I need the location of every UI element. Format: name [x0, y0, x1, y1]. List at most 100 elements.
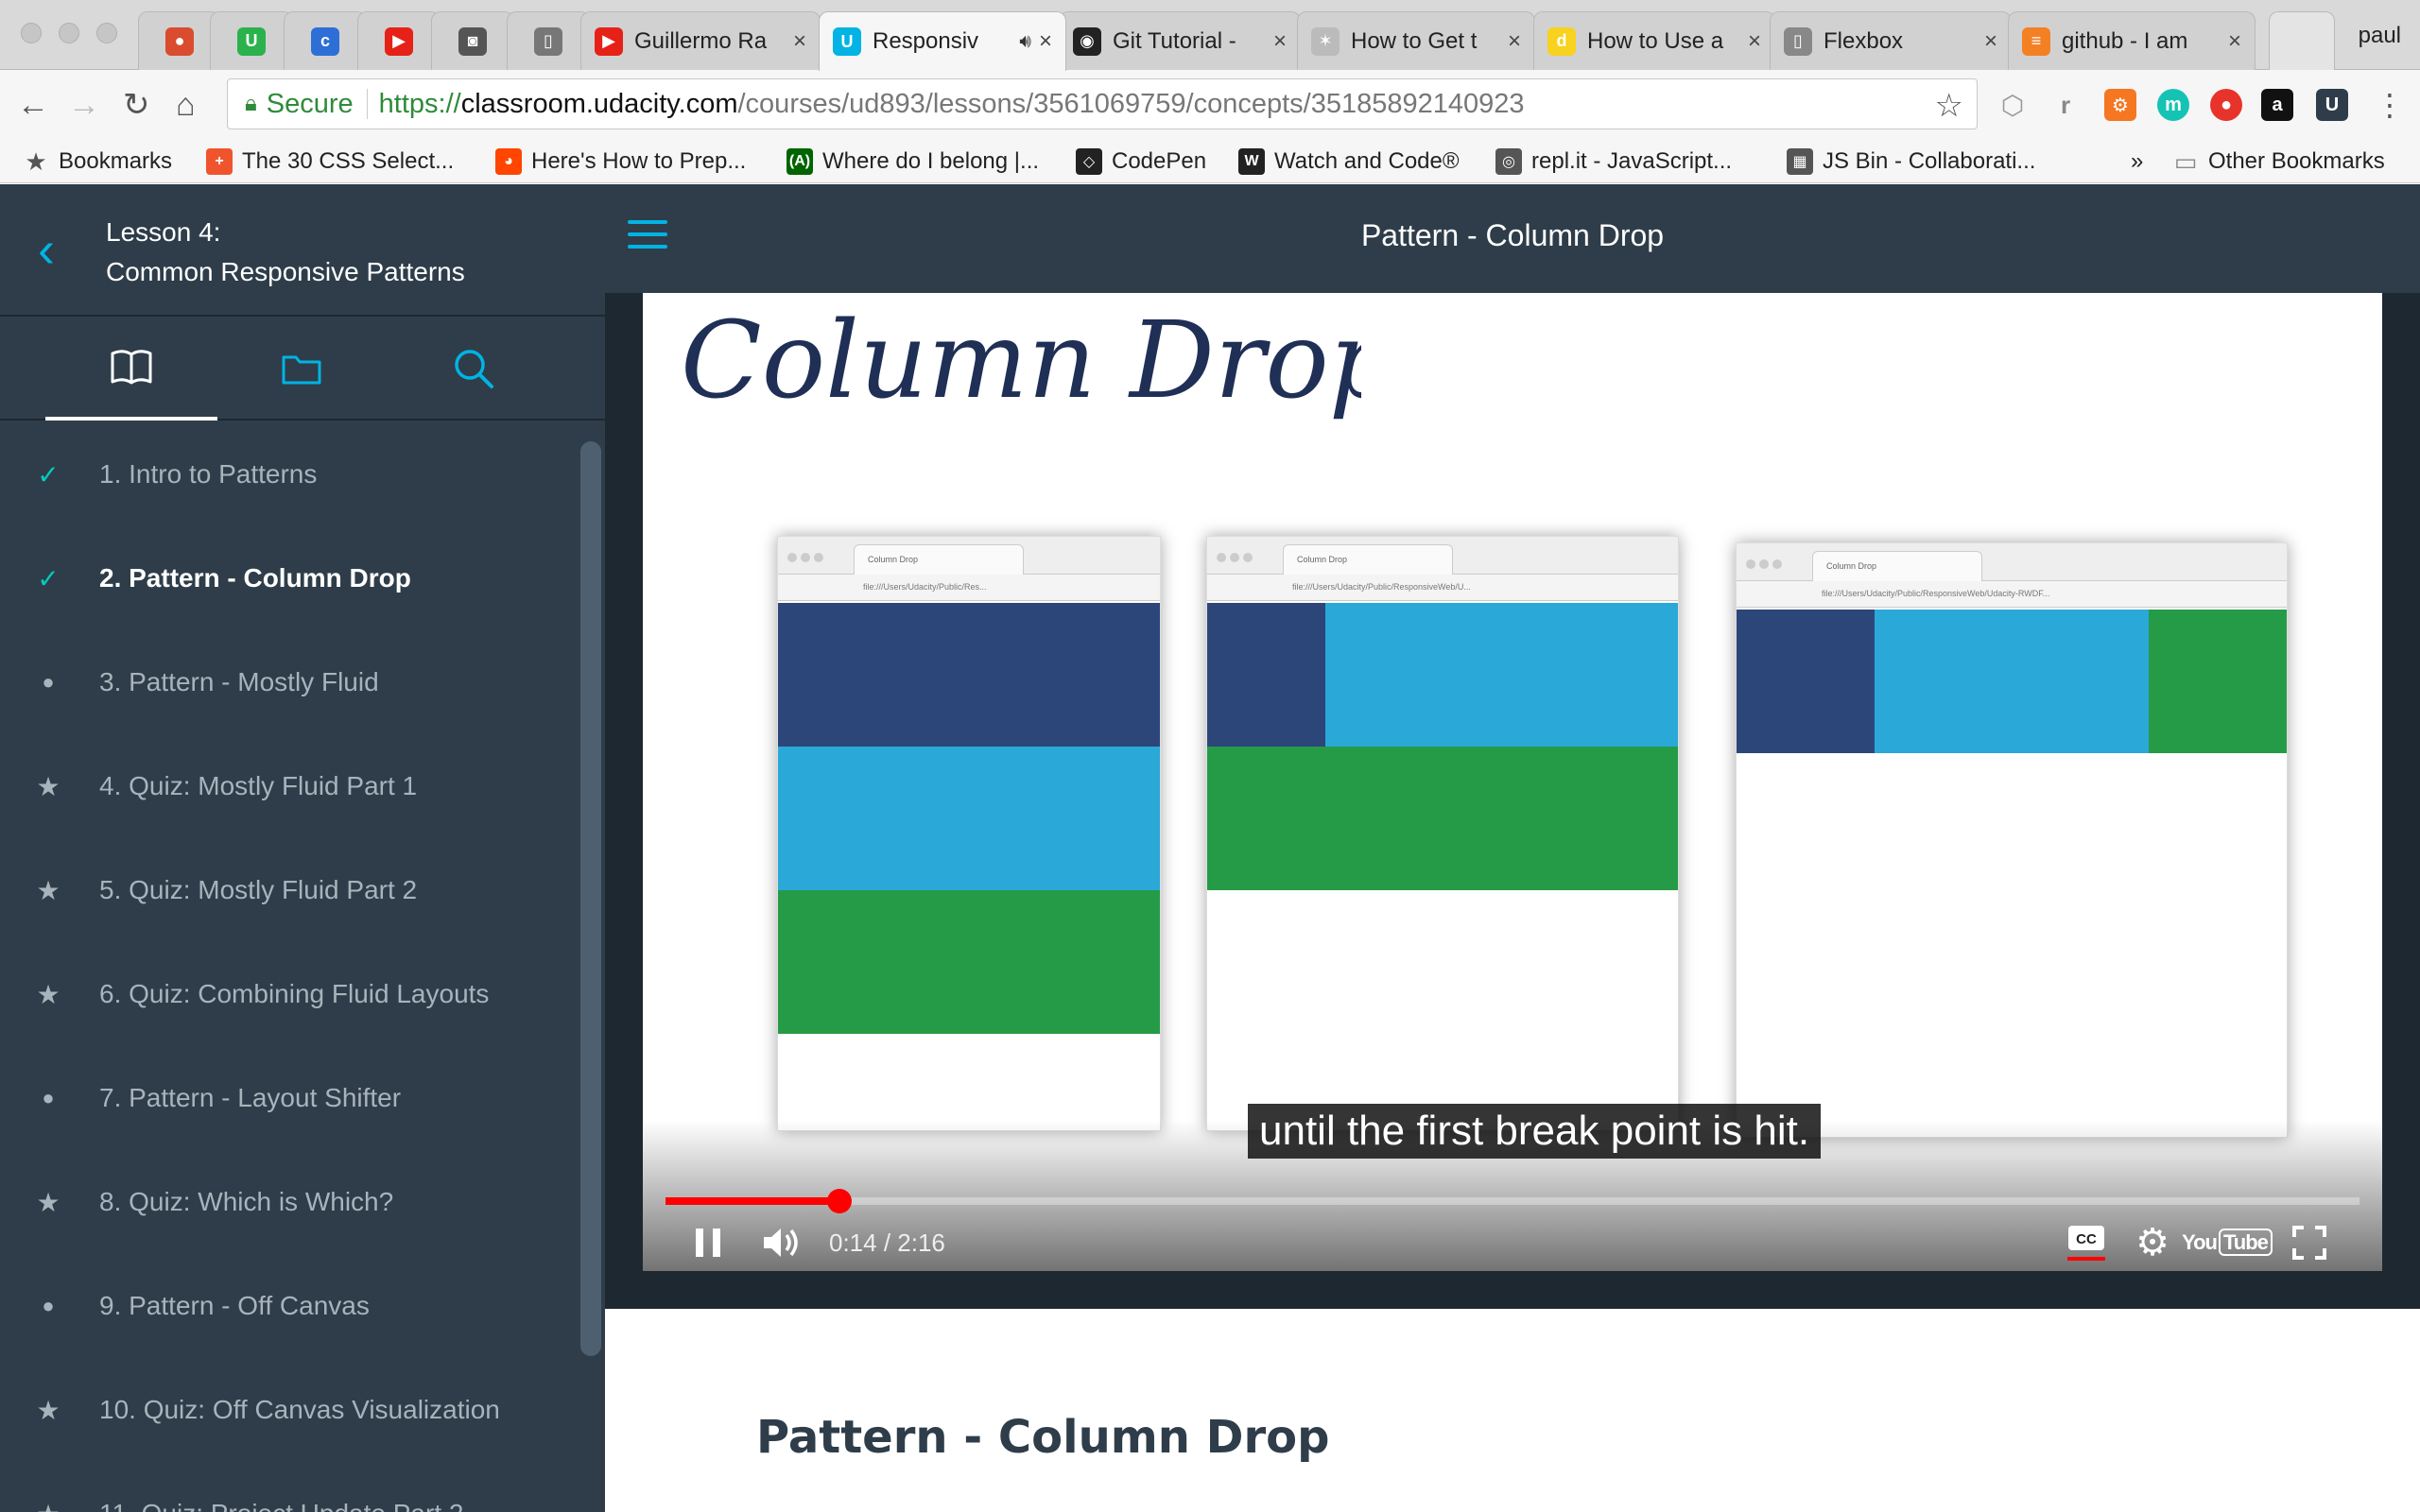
close-tab-icon[interactable]: ×	[793, 28, 806, 55]
close-tab-icon[interactable]: ×	[1748, 28, 1761, 55]
close-tab-icon[interactable]: ×	[1273, 28, 1287, 55]
tab-search[interactable]	[388, 317, 560, 421]
jsbin-icon: ▦	[1787, 148, 1813, 175]
sidebar-concept-item[interactable]: ★ 8. Quiz: Which is Which?	[0, 1150, 581, 1254]
bookmark-label: »	[2131, 148, 2144, 174]
bookmark-item[interactable]: ▦ JS Bin - Collaborati...	[1787, 146, 2035, 178]
sidebar-scrollbar[interactable]	[580, 441, 601, 1356]
tab-resources[interactable]	[216, 317, 388, 421]
home-icon[interactable]: ⌂	[176, 87, 196, 123]
reload-icon[interactable]: ↻	[123, 87, 150, 123]
extension-m-icon[interactable]: m	[2157, 89, 2189, 121]
bookmark-item[interactable]: + The 30 CSS Select...	[206, 146, 454, 178]
browser-tab[interactable]: U	[210, 11, 293, 70]
browser-tab[interactable]: d How to Use a ×	[1533, 11, 1775, 70]
tab-concepts[interactable]	[45, 317, 217, 421]
sidebar-concept-item[interactable]: ● 3. Pattern - Mostly Fluid	[0, 630, 581, 734]
sidebar-concept-item[interactable]: ★ 11. Quiz: Project Update Part 2	[0, 1462, 581, 1512]
youtube-logo-button[interactable]: You Tube	[2182, 1217, 2273, 1268]
udemy-icon: U	[237, 26, 266, 56]
browser-tab[interactable]: ✶ How to Get t ×	[1297, 11, 1535, 70]
video-player[interactable]: Column Drop Column Drop file:///Users/Ud…	[643, 293, 2382, 1271]
column-block-sky	[1325, 603, 1678, 747]
sidebar-concept-item[interactable]: ● 7. Pattern - Layout Shifter	[0, 1046, 581, 1150]
lesson-name: Common Responsive Patterns	[106, 257, 465, 286]
close-tab-icon[interactable]: ×	[2228, 28, 2241, 55]
extension-r-icon[interactable]: r	[2049, 89, 2082, 121]
browser-tab[interactable]: ◉ Git Tutorial - ×	[1059, 11, 1301, 70]
extension-udacity-icon[interactable]: U	[2316, 89, 2348, 121]
sidebar-concept-item[interactable]: ✓ 1. Intro to Patterns	[0, 422, 581, 526]
search-icon	[455, 350, 493, 388]
sidebar-concept-item[interactable]: ★ 5. Quiz: Mostly Fluid Part 2	[0, 838, 581, 942]
sidebar-concept-item[interactable]: ● 9. Pattern - Off Canvas	[0, 1254, 581, 1358]
bookmark-label: Here's How to Prep...	[531, 148, 747, 174]
bookmark-item[interactable]: ◇ CodePen	[1076, 146, 1206, 178]
browser-tab[interactable]: ▯ Flexbox ×	[1770, 11, 2012, 70]
browser-tab[interactable]: ◙	[431, 11, 514, 70]
c-icon: c	[311, 26, 339, 56]
browser-tab[interactable]: ≡ github - I am ×	[2008, 11, 2256, 70]
window-minimize-button[interactable]	[59, 23, 79, 43]
back-chevron-icon[interactable]: ‹	[38, 224, 55, 275]
codepen-icon: ◇	[1076, 148, 1102, 175]
extension-amazon-icon[interactable]: a	[2261, 89, 2293, 121]
browser-tab[interactable]: ▶ Guillermo Ra ×	[580, 11, 821, 70]
video-area: Column Drop Column Drop file:///Users/Ud…	[605, 293, 2420, 1309]
sidebar-concept-item[interactable]: ★ 10. Quiz: Off Canvas Visualization	[0, 1358, 581, 1462]
settings-button[interactable]: ⚙	[2127, 1217, 2178, 1268]
close-tab-icon[interactable]: ×	[1984, 28, 1997, 55]
browser-tab[interactable]: ▶	[357, 11, 441, 70]
mock-tab: Column Drop	[1283, 544, 1453, 575]
github-icon: ◉	[1073, 26, 1101, 56]
concept-label: 2. Pattern - Column Drop	[99, 563, 411, 593]
star-icon: ★	[36, 771, 60, 801]
forward-arrow-icon[interactable]: →	[68, 87, 100, 123]
bookmark-item[interactable]: ◕ Here's How to Prep...	[495, 146, 746, 178]
bookmark-item[interactable]: (A) Where do I belong |...	[786, 146, 1039, 178]
star-icon: ★	[36, 1187, 60, 1217]
bookmark-item[interactable]: ★ Bookmarks	[23, 146, 172, 178]
youtube-icon: ▶	[595, 26, 623, 56]
sidebar-concept-item[interactable]: ★ 6. Quiz: Combining Fluid Layouts	[0, 942, 581, 1046]
pause-button[interactable]	[684, 1217, 732, 1268]
window-zoom-button[interactable]	[96, 23, 117, 43]
bookmark-star-icon[interactable]: ☆	[1935, 87, 1963, 125]
sidebar-tabs	[0, 317, 605, 421]
handwritten-title-text: Column Drop	[681, 300, 1361, 422]
captions-button[interactable]: CC	[2061, 1217, 2112, 1268]
extension-tomato-icon[interactable]: ●	[2210, 89, 2242, 121]
window-close-button[interactable]	[21, 23, 42, 43]
address-bar[interactable]: 🔒︎ Secure https:// classroom.udacity.com…	[227, 78, 1978, 129]
column-block-green	[778, 890, 1160, 1034]
folder-icon: ▭	[2173, 146, 2198, 176]
extension-cube-icon[interactable]: ⬡	[1996, 89, 2029, 121]
new-tab-button[interactable]	[2269, 11, 2335, 70]
audio-playing-icon[interactable]: 🔊︎	[1019, 31, 1031, 53]
dot-icon: ●	[42, 1086, 55, 1109]
gear-icon: ⚙	[2135, 1222, 2169, 1263]
profile-name[interactable]: paul	[2359, 23, 2401, 49]
extension-hubspot-icon[interactable]: ⚙	[2104, 89, 2136, 121]
bookmark-item[interactable]: ◎ repl.it - JavaScript...	[1495, 146, 1732, 178]
menu-kebab-icon[interactable]: ⋮	[2375, 87, 2405, 123]
volume-button[interactable]	[758, 1217, 805, 1268]
sidebar-concept-item[interactable]: ★ 4. Quiz: Mostly Fluid Part 1	[0, 734, 581, 838]
browser-tab[interactable]: c	[284, 11, 367, 70]
video-progress-bar[interactable]	[666, 1189, 2360, 1213]
star-icon: ✶	[1311, 26, 1340, 56]
concept-label: 5. Quiz: Mostly Fluid Part 2	[99, 875, 418, 904]
sidebar-concept-item[interactable]: ✓ 2. Pattern - Column Drop	[0, 526, 581, 630]
browser-tab[interactable]: U Responsiv 🔊︎ ×	[819, 11, 1066, 71]
browser-tab[interactable]: ▯	[507, 11, 590, 70]
concept-label: 8. Quiz: Which is Which?	[99, 1187, 394, 1216]
browser-tab[interactable]: ●	[138, 11, 221, 70]
bookmarks-overflow-chevron[interactable]: »	[2131, 146, 2143, 178]
concept-content: Pattern - Column Drop	[605, 1309, 2420, 1512]
fullscreen-button[interactable]	[2284, 1217, 2335, 1268]
bookmark-item[interactable]: W Watch and Code®	[1238, 146, 1460, 178]
bookmark-item[interactable]: ▭ Other Bookmarks	[2172, 146, 2385, 178]
back-arrow-icon[interactable]: ←	[17, 87, 49, 123]
close-tab-icon[interactable]: ×	[1039, 28, 1052, 55]
close-tab-icon[interactable]: ×	[1508, 28, 1521, 55]
